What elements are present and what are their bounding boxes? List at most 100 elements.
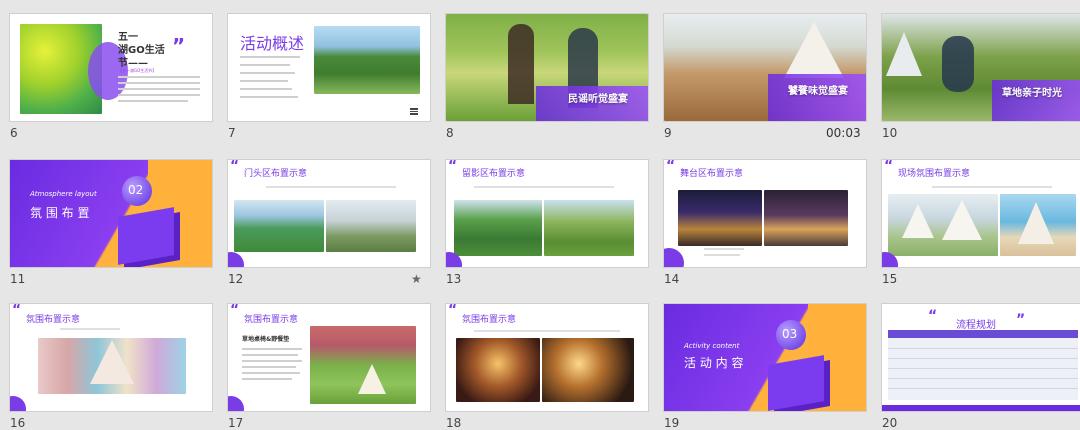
slide-image — [764, 190, 848, 246]
person-figure — [942, 36, 974, 92]
slide-caption: 饕餮味觉盛宴 — [788, 86, 848, 97]
text-line — [60, 328, 120, 330]
slide-title: 氛围布置示意 — [244, 315, 299, 325]
slide-title: 舞台区布置示意 — [680, 169, 744, 179]
person-figure — [508, 24, 534, 104]
slide-title-line3: 节—— — [118, 58, 148, 69]
slide-caption: 民谣听觉盛宴 — [568, 94, 628, 105]
slide-thumb-13[interactable]: “ 留影区布置示意 — [446, 160, 648, 267]
slide-thumb-7[interactable]: 活动概述 — [228, 14, 430, 121]
text-line — [474, 186, 614, 188]
duration-label: 00:03 — [826, 126, 861, 140]
slide-title: 氛围布置示意 — [462, 315, 517, 325]
tent-shape — [1018, 202, 1054, 244]
purple-bottom-bar — [882, 405, 1080, 411]
slide-number: 6 — [10, 126, 18, 140]
slide-thumb-17[interactable]: “ 氛围布置示意 草地桌椅&野餐垫 — [228, 304, 430, 411]
slide-thumb-10[interactable]: 草地亲子时光 — [882, 14, 1080, 121]
purple-circle-decor — [228, 396, 244, 411]
text-line — [242, 366, 296, 368]
slide-number: 9 — [664, 126, 672, 140]
tent-shape — [902, 204, 934, 238]
slide-image — [678, 190, 762, 246]
slide-image — [314, 26, 420, 94]
slide-image — [326, 200, 416, 252]
text-line — [242, 372, 300, 374]
text-line — [474, 330, 620, 332]
tent-shape — [942, 200, 982, 240]
section-title: 氛 围 布 置 — [30, 206, 90, 220]
slide-thumb-12[interactable]: “ 门头区布置示意 — [228, 160, 430, 267]
text-line — [704, 254, 740, 256]
section-number: 03 — [782, 327, 798, 341]
slide-image — [456, 338, 540, 402]
tent-shape — [784, 22, 844, 78]
text-line — [118, 88, 200, 90]
slide-thumb-11[interactable]: 02 Atmosphere layout 氛 围 布 置 — [10, 160, 212, 267]
text-line — [242, 378, 292, 380]
slide-number: 16 — [10, 416, 26, 430]
slide-thumb-18[interactable]: “ 氛围布置示意 — [446, 304, 648, 411]
slide-thumb-14[interactable]: “ 舞台区布置示意 — [664, 160, 866, 267]
slide-body-text: 【五一湖GO生活节】 — [118, 68, 157, 73]
slide-thumb-20[interactable]: “ 流程规划 ” — [882, 304, 1080, 411]
slide-thumb-15[interactable]: “ 现场氛围布置示意 — [882, 160, 1080, 267]
slide-thumb-9[interactable]: 饕餮味觉盛宴 — [664, 14, 866, 121]
text-line — [932, 186, 1052, 188]
slide-subtitle: 草地桌椅&野餐垫 — [242, 336, 290, 343]
quote-icon: “ — [12, 304, 22, 318]
slide-thumb-6[interactable]: 五一 湖GO生活 节—— ” 【五一湖GO生活节】 — [10, 14, 212, 121]
quote-icon: ” — [1016, 312, 1026, 328]
text-line — [704, 248, 744, 250]
text-line — [240, 56, 300, 58]
text-line — [118, 100, 188, 102]
quote-icon: “ — [230, 304, 240, 318]
slide-title: 活动概述 — [240, 34, 305, 53]
slide-image — [454, 200, 542, 256]
text-line — [240, 72, 295, 74]
star-icon: ★ — [411, 272, 422, 286]
slide-title: 留影区布置示意 — [462, 169, 526, 179]
slide-thumb-16[interactable]: “ 氛围布置示意 — [10, 304, 212, 411]
purple-cube-decor — [118, 207, 174, 265]
slide-title: 现场氛围布置示意 — [898, 169, 971, 179]
purple-circle-decor — [664, 248, 684, 267]
text-line — [242, 354, 298, 356]
slide-image — [234, 200, 324, 252]
slide-number: 12 — [228, 272, 244, 286]
text-line — [118, 76, 200, 78]
menu-icon[interactable] — [410, 108, 418, 115]
tent-shape — [886, 32, 922, 76]
quote-icon: “ — [448, 304, 458, 318]
tent-shape — [358, 364, 386, 394]
text-line — [242, 348, 302, 350]
purple-circle-decor — [10, 396, 26, 411]
text-line — [240, 88, 292, 90]
text-line — [118, 94, 200, 96]
section-title: 活 动 内 容 — [684, 356, 744, 370]
slide-caption: 草地亲子时光 — [1002, 88, 1062, 99]
schedule-table — [888, 330, 1078, 400]
slide-title: 门头区布置示意 — [244, 169, 308, 179]
purple-circle-decor — [228, 252, 244, 267]
text-line — [118, 82, 200, 84]
slide-thumb-19[interactable]: 03 Activity content 活 动 内 容 — [664, 304, 866, 411]
section-english-title: Activity content — [684, 342, 740, 350]
quote-icon: “ — [884, 160, 894, 174]
quote-icon: “ — [448, 160, 458, 174]
text-line — [242, 360, 302, 362]
slide-thumb-8[interactable]: 民谣听觉盛宴 — [446, 14, 648, 121]
slide-title: 氛围布置示意 — [26, 315, 81, 325]
slide-number: 18 — [446, 416, 462, 430]
text-line — [240, 80, 288, 82]
slide-number: 11 — [10, 272, 26, 286]
section-english-title: Atmosphere layout — [30, 190, 97, 198]
slide-number: 8 — [446, 126, 454, 140]
slide-number: 17 — [228, 416, 244, 430]
quote-icon: “ — [666, 160, 676, 174]
slide-number: 7 — [228, 126, 236, 140]
slide-number: 20 — [882, 416, 898, 430]
slide-title: 流程规划 — [956, 320, 996, 331]
slide-number: 19 — [664, 416, 680, 430]
slide-number: 15 — [882, 272, 898, 286]
